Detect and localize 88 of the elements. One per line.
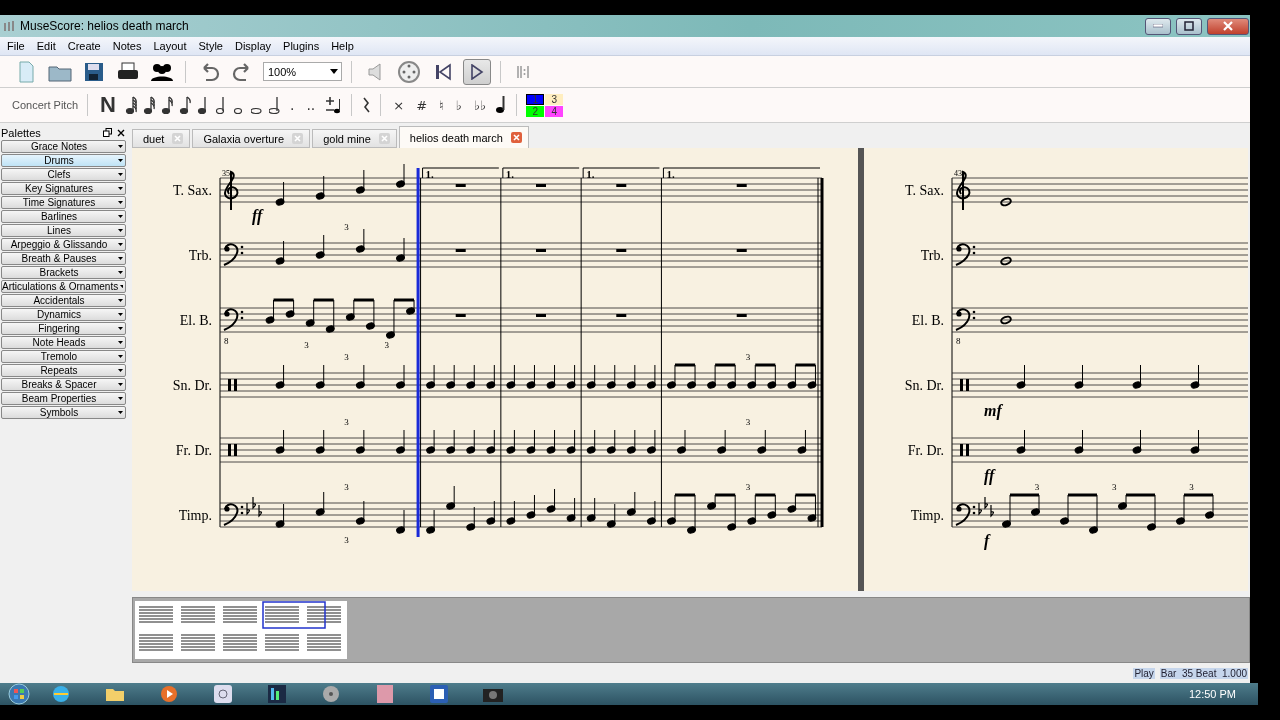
tuplet-number: 3 [344,352,349,362]
volta-marking: 1. [662,167,821,180]
clock: 12:50 PM [1188,688,1236,700]
dynamic-marking: ff [984,467,995,484]
palette-button[interactable]: Repeats [1,364,126,377]
dot-button[interactable]: . [286,97,298,113]
palette-button[interactable]: Key Signatures [1,182,126,195]
menu-item[interactable]: Create [62,40,108,52]
measure-number: 43 [954,169,962,178]
volta-marking: 1. [502,167,580,180]
accidental-button[interactable]: # [413,97,431,113]
instrument-name: T. Sax. [173,183,212,198]
palette-button[interactable]: Breath & Pauses [1,252,126,265]
score-tab[interactable]: helios death march [398,126,529,148]
palette-button[interactable]: Beam Properties [1,392,126,405]
tuplet-number: 3 [745,417,751,427]
palette-button[interactable]: Tremolo [1,350,126,363]
note-input-button[interactable]: N [97,92,119,118]
tuplet-number: 3 [745,352,751,362]
voice-button[interactable]: 2 [526,105,545,117]
instrument-name: Timp. [178,508,212,523]
palette-button[interactable]: Accidentals [1,294,126,307]
instrument-name: Fr. Dr. [175,443,212,458]
tuplet-number: 3 [344,482,349,492]
clef-octave-label: 8 [224,336,229,346]
dynamic-marking: f [984,532,990,549]
clef-octave-label: 8 [956,336,961,346]
tuplet-number: 3 [1034,482,1040,492]
measure-number: 35 [222,169,230,178]
menu-item[interactable]: Notes [107,40,149,52]
dot-button[interactable]: .. [303,97,319,113]
palette-button[interactable]: Lines [1,224,126,237]
tuplet-number: 3 [745,482,751,492]
instrument-name: Timp. [910,508,944,523]
instrument-name: T. Sax. [905,183,944,198]
menu-item[interactable]: Help [326,40,361,52]
instrument-name: Sn. Dr. [904,378,944,393]
volta-marking: 1. [582,167,660,180]
menu-item[interactable]: Layout [148,40,194,52]
status-position: Bar 35 Beat 1.000 [1159,667,1248,679]
panel-title: Palettes [1,126,42,139]
tuplet-number: 3 [304,340,309,350]
tuplet-number: 3 [384,340,389,350]
menu-item[interactable]: Plugins [278,40,327,52]
score-tab[interactable]: Galaxia overture [192,129,311,148]
tuplet-number: 3 [344,222,349,232]
instrument-name: Trb. [920,248,944,263]
palette-button[interactable]: Brackets [1,266,126,279]
accidental-button[interactable]: ♭ [452,97,465,113]
palette-button[interactable]: Dynamics [1,308,126,321]
accidental-button[interactable]: × [390,97,408,113]
palette-button[interactable]: Fingering [1,322,126,335]
palette-button[interactable]: Breaks & Spacer [1,378,126,391]
zoom-dropdown[interactable]: 100% [263,62,342,81]
accidental-button[interactable]: ♭♭ [470,97,490,113]
menu-item[interactable]: Edit [31,40,63,52]
voice-button[interactable]: 4 [545,105,564,117]
status-mode: Play [1133,667,1155,679]
palette-button[interactable]: Barlines [1,210,126,223]
tuplet-number: 3 [344,417,349,427]
instrument-name: Sn. Dr. [172,378,212,393]
menu-item[interactable]: File [2,40,32,52]
palette-button[interactable]: Grace Notes [1,140,126,153]
score-tab[interactable]: duet [132,129,191,148]
palette-button[interactable]: Clefs [1,168,126,181]
instrument-name: Fr. Dr. [907,443,944,458]
dynamic-marking: mf [984,402,1002,419]
tuplet-number: 3 [344,535,349,545]
instrument-name: El. B. [911,313,944,328]
palette-button[interactable]: Drums [1,154,126,167]
window-title: MuseScore: helios death march [20,19,190,33]
instrument-name: El. B. [179,313,212,328]
tuplet-number: 3 [1112,482,1117,492]
palette-button[interactable]: Time Signatures [1,196,126,209]
dynamic-marking: ff [252,207,263,224]
volta-marking: 1. [422,167,500,180]
menu-item[interactable]: Display [230,40,279,52]
tuplet-number: 3 [1189,482,1194,492]
menu-item[interactable]: Style [193,40,230,52]
accidental-button[interactable]: ♮ [436,97,447,113]
instrument-name: Trb. [188,248,212,263]
palette-button[interactable]: Articulations & Ornaments [1,280,126,293]
score-tab[interactable]: gold mine [312,129,397,148]
palette-button[interactable]: Symbols [1,406,126,419]
concert-pitch-toggle[interactable]: Concert Pitch [12,99,79,111]
palette-button[interactable]: Arpeggio & Glissando [1,238,126,251]
voice-button[interactable]: 3 [545,93,564,105]
palette-button[interactable]: Note Heads [1,336,126,349]
